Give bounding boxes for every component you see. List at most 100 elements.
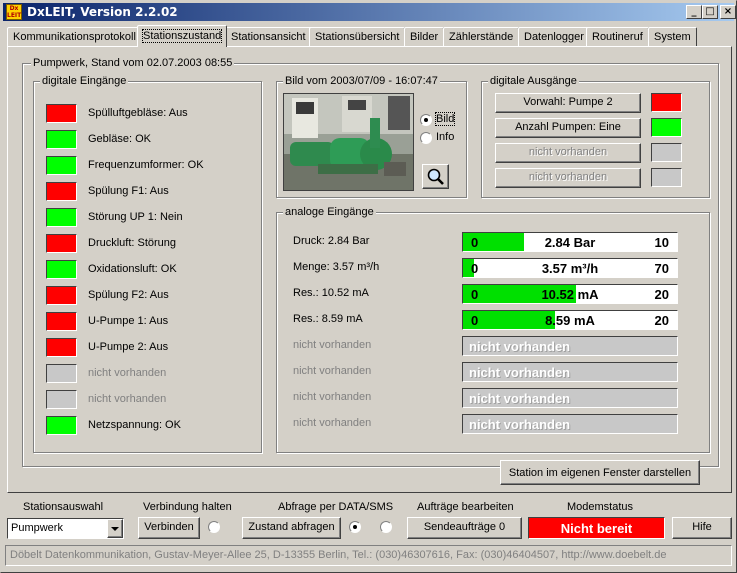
analog-gauge-max: 20 xyxy=(654,313,669,328)
analog-input-gauge: nicht vorhanden xyxy=(462,362,678,382)
tab-stationsansicht[interactable]: Stationsansicht xyxy=(225,27,312,46)
analog-input-label: Res.: 10.52 mA xyxy=(293,287,369,299)
digital-inputs-title: digitale Eingänge xyxy=(40,75,129,87)
info-radio[interactable] xyxy=(420,132,432,144)
digital-output-button[interactable]: Anzahl Pumpen: Eine xyxy=(495,118,641,138)
tab-zaehlerstaende[interactable]: Zählerstände xyxy=(443,27,520,46)
query-via-label: Abfrage per DATA/SMS xyxy=(278,501,394,513)
digital-input-label: Oxidationsluft: OK xyxy=(88,263,177,275)
hold-connection-toggle[interactable] xyxy=(208,521,220,533)
connection-hold-label: Verbindung halten xyxy=(143,501,232,513)
station-status-header: Pumpwerk, Stand vom 02.07.2003 08:55 xyxy=(31,57,235,69)
digital-output-label: Anzahl Pumpen: Eine xyxy=(515,121,621,133)
chevron-down-icon xyxy=(111,527,119,531)
analog-gauge-max: 20 xyxy=(654,287,669,302)
maximize-button[interactable]: □ xyxy=(702,5,718,19)
analog-input-label: Druck: 2.84 Bar xyxy=(293,235,370,247)
help-button[interactable]: Hife xyxy=(672,517,732,539)
digital-outputs-title: digitale Ausgänge xyxy=(488,75,579,87)
digital-input-label: nicht vorhanden xyxy=(88,367,167,379)
connect-button[interactable]: Verbinden xyxy=(138,517,200,539)
digital-input-lamp xyxy=(46,156,77,175)
digital-input-label: Druckluft: Störung xyxy=(88,237,177,249)
tab-stationszustand[interactable]: Stationszustand xyxy=(137,25,228,47)
tab-datenlogger[interactable]: Datenlogger xyxy=(518,27,590,46)
info-radio-label[interactable]: Info xyxy=(436,131,454,143)
analog-gauge-value: 8.59 mA xyxy=(545,313,595,328)
digital-input-lamp xyxy=(46,208,77,227)
digital-input-label: Störung UP 1: Nein xyxy=(88,211,183,223)
query-status-button[interactable]: Zustand abfragen xyxy=(242,517,341,539)
station-photo xyxy=(283,93,414,191)
sms-radio[interactable] xyxy=(380,521,392,533)
analog-gauge-unavailable: nicht vorhanden xyxy=(469,365,571,380)
minimize-button[interactable]: _ xyxy=(686,5,702,19)
zoom-button[interactable] xyxy=(422,164,449,189)
station-select-value: Pumpwerk xyxy=(11,522,63,534)
data-radio[interactable] xyxy=(349,521,361,533)
digital-input-lamp xyxy=(46,234,77,253)
digital-output-button[interactable]: Vorwahl: Pumpe 2 xyxy=(495,93,641,113)
digital-output-label: nicht vorhanden xyxy=(528,146,608,158)
analog-input-gauge: nicht vorhanden xyxy=(462,388,678,408)
tab-stationsuebersicht[interactable]: Stationsübersicht xyxy=(309,27,406,46)
digital-input-lamp xyxy=(46,104,77,123)
analog-input-label: nicht vorhanden xyxy=(293,339,372,351)
digital-input-label: Spülung F2: Aus xyxy=(88,289,169,301)
tab-kommunikationsprotokoll[interactable]: Kommunikationsprotokoll xyxy=(7,27,142,46)
app-window: Dx LEIT DxLEIT, Version 2.2.02 _ □ × Komm… xyxy=(0,0,737,573)
image-title: Bild vom 2003/07/09 - 16:07:47 xyxy=(283,75,440,87)
analog-gauge-value: 3.57 m³/h xyxy=(541,261,599,276)
digital-input-label: Spülluftgebläse: Aus xyxy=(88,107,188,119)
digital-input-lamp xyxy=(46,286,77,305)
tab-routineruf[interactable]: Routineruf xyxy=(586,27,649,46)
jobs-label: Aufträge bearbeiten xyxy=(417,501,514,513)
station-status-group: Pumpwerk, Stand vom 02.07.2003 08:55 dig… xyxy=(22,57,719,467)
station-select[interactable]: Pumpwerk xyxy=(7,518,124,539)
image-group: Bild vom 2003/07/09 - 16:07:47 Bild Info xyxy=(276,75,467,198)
analog-gauge-unavailable: nicht vorhanden xyxy=(469,417,571,432)
dxleit-app-icon[interactable]: Dx LEIT xyxy=(6,4,22,20)
bild-radio[interactable] xyxy=(420,114,432,126)
digital-input-lamp xyxy=(46,390,77,409)
digital-input-label: Netzspannung: OK xyxy=(88,419,181,431)
analog-input-label: Res.: 8.59 mA xyxy=(293,313,363,325)
window-title: DxLEIT, Version 2.2.02 xyxy=(27,5,178,19)
digital-output-button: nicht vorhanden xyxy=(495,143,641,163)
digital-output-lamp xyxy=(651,93,682,112)
modem-status-indicator: Nicht bereit xyxy=(528,517,665,539)
digital-input-label: Gebläse: OK xyxy=(88,133,151,145)
analog-input-gauge: 0 10.52 mA 20 xyxy=(462,284,678,304)
digital-output-label: nicht vorhanden xyxy=(528,171,608,183)
digital-outputs-group: digitale Ausgänge Vorwahl: Pumpe 2 Anzahl… xyxy=(481,75,710,198)
analog-input-label: nicht vorhanden xyxy=(293,417,372,429)
tab-bilder[interactable]: Bilder xyxy=(404,27,445,46)
digital-inputs-group: digitale Eingänge Spülluftgebläse: Aus Ge… xyxy=(33,75,262,453)
title-bar[interactable]: Dx LEIT DxLEIT, Version 2.2.02 _ □ × xyxy=(3,3,736,21)
digital-input-lamp xyxy=(46,416,77,435)
digital-input-label: Spülung F1: Aus xyxy=(88,185,169,197)
digital-input-lamp xyxy=(46,260,77,279)
station-select-dropdown[interactable] xyxy=(107,519,123,538)
send-jobs-button[interactable]: Sendeaufträge 0 xyxy=(407,517,522,539)
close-button[interactable]: × xyxy=(720,5,736,19)
own-window-button[interactable]: Station im eigenen Fenster darstellen xyxy=(500,460,700,485)
pump-photo-image xyxy=(284,94,413,190)
analog-gauge-value: 2.84 Bar xyxy=(544,235,596,250)
analog-input-label: Menge: 3.57 m³/h xyxy=(293,261,380,273)
status-bar: Döbelt Datenkommunikation, Gustav-Meyer-… xyxy=(5,545,732,566)
digital-input-lamp xyxy=(46,182,77,201)
magnifier-icon xyxy=(427,168,444,185)
analog-inputs-group: analoge Eingänge Druck: 2.84 Bar 0 2.84 Ba… xyxy=(276,206,710,453)
analog-input-gauge: nicht vorhanden xyxy=(462,336,678,356)
station-select-label: Stationsauswahl xyxy=(23,501,104,513)
digital-input-label: Frequenzumformer: OK xyxy=(88,159,204,171)
bild-radio-label[interactable]: Bild xyxy=(434,112,456,126)
analog-input-label: nicht vorhanden xyxy=(293,391,372,403)
digital-input-label: U-Pumpe 2: Aus xyxy=(88,341,169,353)
digital-input-lamp xyxy=(46,364,77,383)
tab-system[interactable]: System xyxy=(648,27,697,46)
analog-gauge-unavailable: nicht vorhanden xyxy=(469,391,571,406)
analog-input-label: nicht vorhanden xyxy=(293,365,372,377)
analog-input-gauge: 0 8.59 mA 20 xyxy=(462,310,678,330)
